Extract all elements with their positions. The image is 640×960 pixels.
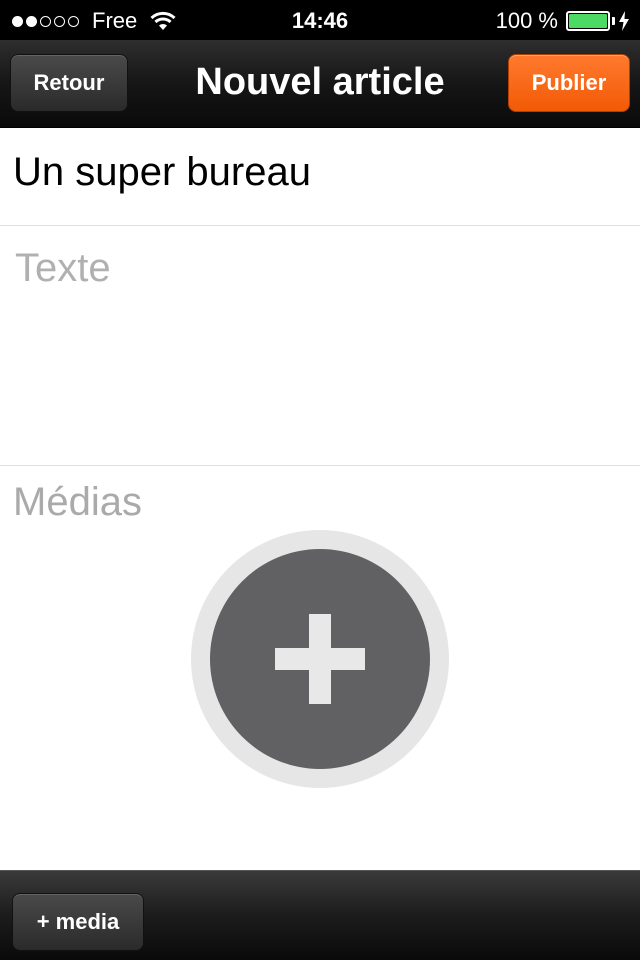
add-media-toolbar-button[interactable]: + media	[12, 893, 144, 951]
status-bar: Free 14:46 100 %	[0, 0, 640, 40]
body-text-placeholder: Texte	[15, 246, 111, 290]
bottom-toolbar: + media	[0, 870, 640, 960]
navigation-bar: Nouvel article Retour Publier	[0, 40, 640, 128]
media-section: Médias	[0, 466, 640, 870]
title-field[interactable]: Un super bureau	[0, 128, 640, 226]
plus-icon	[210, 549, 430, 769]
battery-fill	[569, 14, 607, 28]
title-field-value: Un super bureau	[13, 150, 311, 194]
battery-icon	[566, 11, 615, 31]
publish-button[interactable]: Publier	[508, 54, 630, 112]
plus-icon-vertical	[309, 614, 331, 704]
media-label: Médias	[13, 480, 142, 524]
add-media-button[interactable]	[191, 530, 449, 788]
battery-percent: 100 %	[495, 8, 558, 33]
status-right: 100 %	[496, 8, 630, 34]
battery-nub	[612, 17, 615, 25]
body-text-area[interactable]: Texte	[0, 226, 640, 466]
charging-bolt-icon	[619, 11, 629, 31]
back-button[interactable]: Retour	[10, 54, 128, 112]
